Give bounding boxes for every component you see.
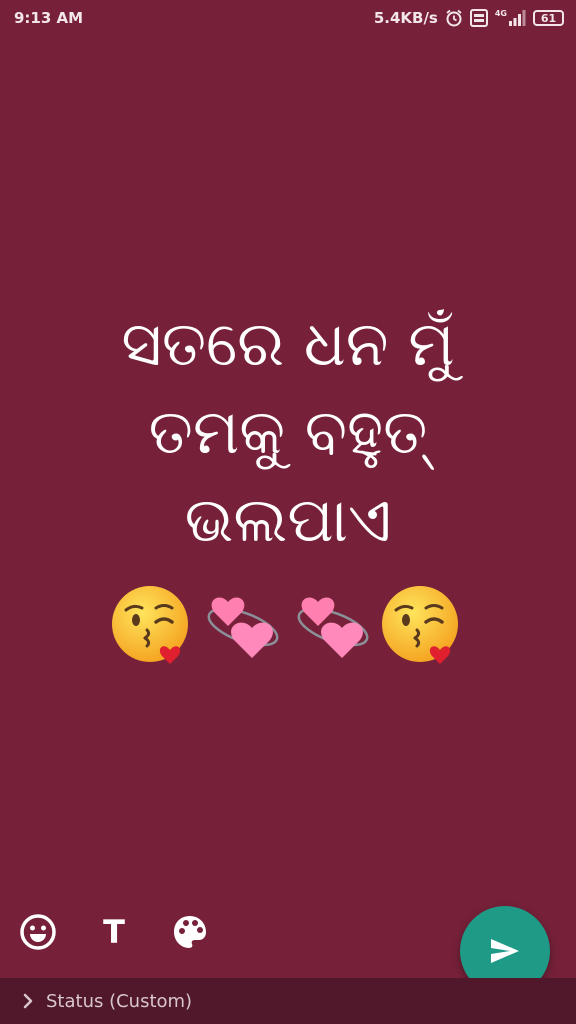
- net-speed: 5.4KB/s: [373, 9, 438, 27]
- status-composer-screen: 9:13 AM 5.4KB/s 4G 61 ସତରେ ଧନ ମୁଁ ତମକୁ ବ…: [0, 0, 576, 1024]
- background-color-button[interactable]: [168, 910, 212, 954]
- kissing-face-emoji: [382, 586, 458, 664]
- volte-icon: [469, 9, 488, 27]
- text-style-button[interactable]: T: [92, 910, 136, 954]
- revolving-hearts-emoji: [207, 597, 279, 658]
- clock: 9:13 AM: [14, 9, 84, 27]
- text-style-label: T: [103, 913, 125, 951]
- emoji-button[interactable]: [16, 910, 60, 954]
- status-icons: 5.4KB/s 4G 61: [374, 9, 564, 27]
- send-icon: [491, 939, 519, 963]
- network-type: 4G: [494, 9, 507, 18]
- smiley-icon: [20, 914, 56, 950]
- alarm-icon: [445, 9, 463, 27]
- system-status-bar: 9:13 AM 5.4KB/s 4G 61: [0, 0, 576, 36]
- signal-icon: 4G: [495, 10, 526, 26]
- palette-icon: [174, 916, 206, 948]
- battery-icon: 61: [533, 10, 564, 26]
- status-emoji-row: [0, 580, 576, 670]
- status-text[interactable]: ସତରେ ଧନ ମୁଁ ତମକୁ ବହୁତ୍ ଭଲପାଏ: [40, 300, 536, 564]
- kissing-face-emoji: [112, 586, 188, 664]
- revolving-hearts-emoji: [297, 597, 369, 658]
- audience-caption-bar[interactable]: Status (Custom): [0, 978, 576, 1024]
- audience-label: Status (Custom): [46, 990, 193, 1012]
- chevron-right-icon: [23, 993, 33, 1009]
